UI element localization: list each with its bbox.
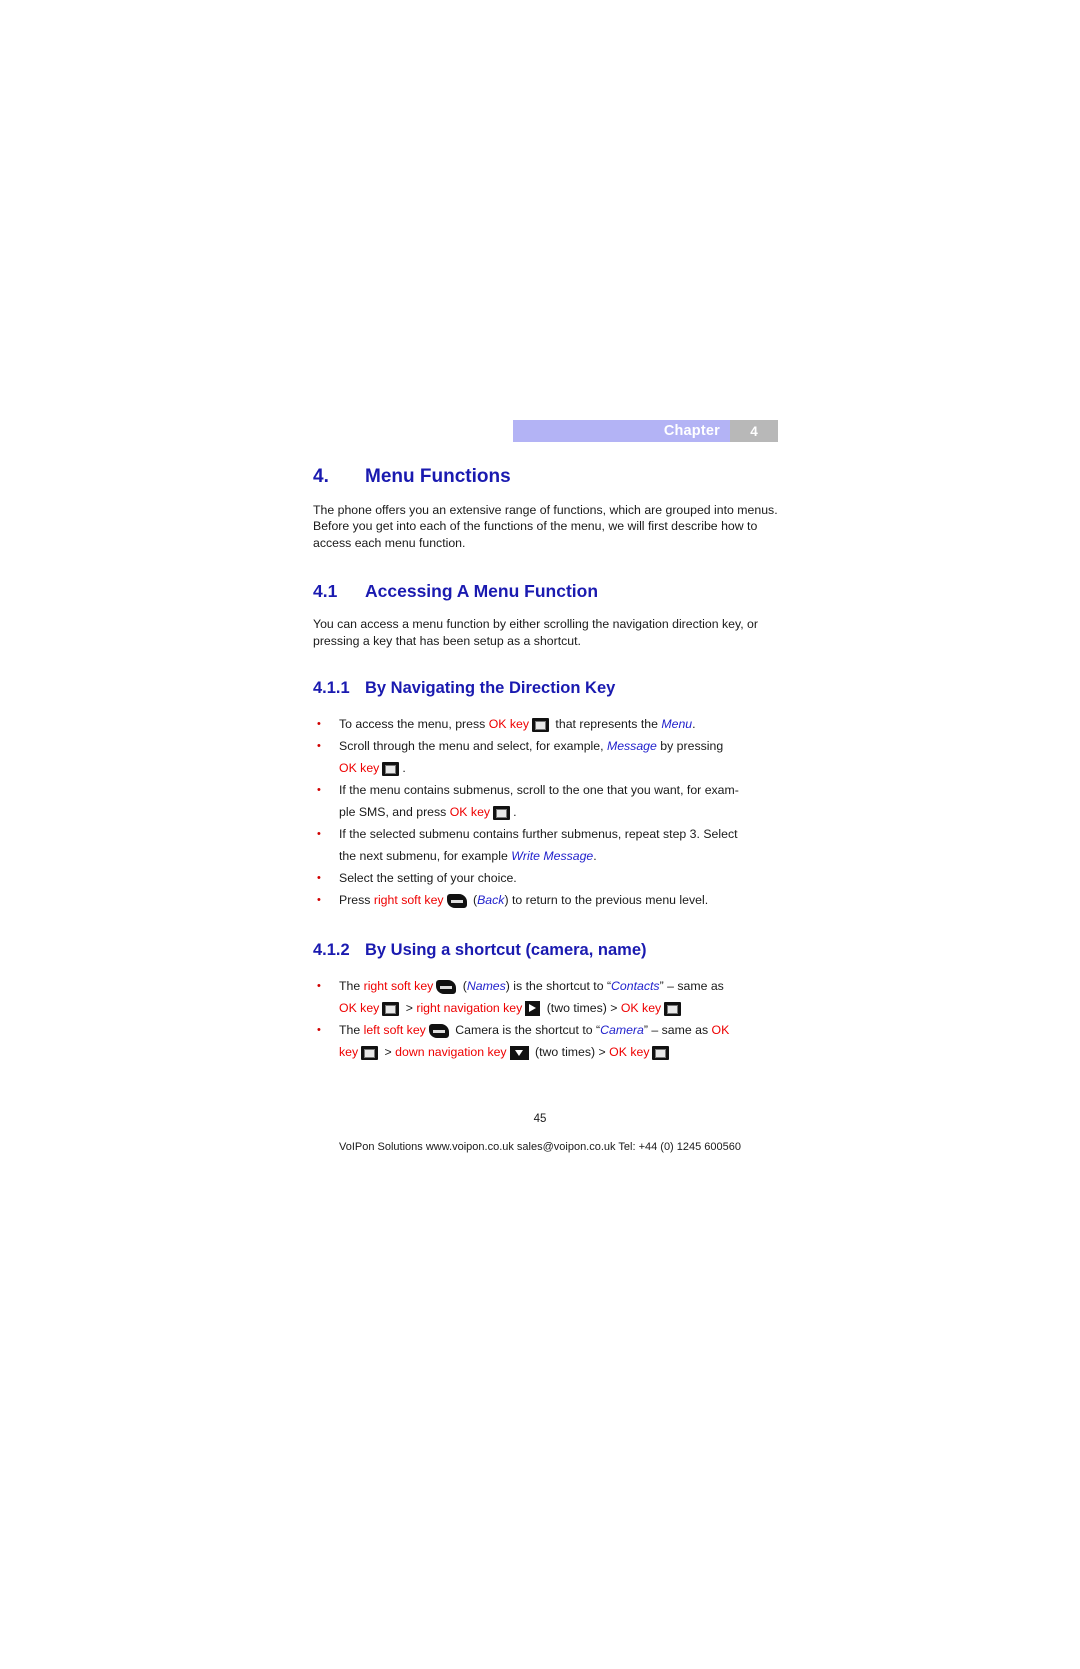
soft-key-icon: [428, 1024, 449, 1039]
heading-text: Accessing A Menu Function: [365, 581, 599, 602]
chapter-number-box: 4: [730, 420, 778, 442]
ok-key-icon: [532, 718, 550, 733]
text-run: .: [692, 717, 696, 732]
text-run: .: [513, 805, 517, 820]
heading-number: 4.1.2: [313, 941, 350, 960]
text-run: Select the setting of your choice.: [339, 871, 517, 886]
menu-term: Menu: [661, 717, 693, 732]
text-run: The: [339, 1023, 364, 1038]
text-run: Press: [339, 893, 374, 908]
down-navigation-key-icon: [509, 1046, 529, 1061]
heading-number: 4.1.1: [313, 679, 350, 698]
text-run: that represents the: [552, 717, 662, 732]
menu-term: Camera: [600, 1023, 644, 1038]
right-navigation-key-icon: [525, 1001, 541, 1017]
text-run: If the menu contains submenus, scroll to…: [339, 783, 739, 798]
menu-term: Back: [477, 893, 505, 908]
text-run: .: [402, 761, 406, 776]
menu-term: Write Message: [511, 849, 594, 864]
ok-key-icon: [382, 762, 400, 777]
text-run: The: [339, 979, 364, 994]
intro-paragraph: The phone offers you an extensive range …: [313, 503, 778, 550]
heading-menu-functions: 4. Menu Functions: [313, 466, 778, 488]
ok-key-icon: [652, 1046, 670, 1061]
list-item: Select the setting of your choice.: [313, 867, 778, 889]
text-run: ) to return to the previous menu level.: [504, 893, 709, 908]
heading-by-navigating-direction-key: 4.1.1 By Navigating the Direction Key: [313, 679, 778, 698]
key-reference: OK key: [620, 1001, 662, 1016]
key-reference: down navigation key: [395, 1045, 507, 1060]
text-run: (: [469, 893, 478, 908]
heading-number: 4.1: [313, 581, 338, 602]
key-reference: key: [339, 1045, 359, 1060]
text-run: Camera is the shortcut to “: [451, 1023, 601, 1038]
chapter-label-box: Chapter: [513, 420, 730, 442]
soft-key-icon: [446, 894, 467, 909]
text-run: .: [593, 849, 597, 864]
menu-term: Message: [606, 739, 657, 754]
text-run: ” – same as: [659, 979, 724, 994]
key-reference: right soft key: [363, 979, 434, 994]
list-item: The left soft key Camera is the shortcut…: [313, 1019, 778, 1063]
page-number: 45: [533, 1113, 547, 1125]
text-run: the next submenu, for example: [339, 849, 512, 864]
key-reference: left soft key: [363, 1023, 426, 1038]
menu-term: Contacts: [611, 979, 660, 994]
accessing-paragraph: You can access a menu function by either…: [313, 617, 758, 648]
key-reference: OK key: [488, 717, 530, 732]
footer-credit: VoIPon Solutions www.voipon.co.uk sales@…: [338, 1141, 742, 1153]
list-item: Press right soft key (Back) to return to…: [313, 889, 778, 911]
chapter-banner: Chapter 4: [513, 420, 778, 442]
list-item: Scroll through the menu and select, for …: [313, 735, 778, 779]
ok-key-icon: [382, 1002, 400, 1017]
list-item: If the selected submenu contains further…: [313, 823, 778, 867]
heading-accessing-menu-function: 4.1 Accessing A Menu Function: [313, 581, 778, 602]
list-item: If the menu contains submenus, scroll to…: [313, 779, 778, 823]
text-run: ple SMS, and press: [339, 805, 450, 820]
bullet-list-shortcut: The right soft key (Names) is the shortc…: [313, 975, 778, 1063]
text-run: (two times) >: [531, 1045, 610, 1060]
text-run: Scroll through the menu and select, for …: [339, 739, 607, 754]
text-run: If the selected submenu contains further…: [339, 827, 738, 842]
text-run: by pressing: [656, 739, 724, 754]
key-reference: OK key: [449, 805, 491, 820]
page-content: Chapter 4 4. Menu Functions The phone of…: [313, 420, 778, 1063]
heading-by-using-shortcut: 4.1.2 By Using a shortcut (camera, name): [313, 941, 778, 960]
text-run: ) is the shortcut to “: [505, 979, 612, 994]
heading-text: By Navigating the Direction Key: [365, 679, 616, 698]
text-run: >: [381, 1045, 396, 1060]
key-reference: right soft key: [373, 893, 444, 908]
bullet-list-navigating: To access the menu, press OK key that re…: [313, 713, 778, 911]
text-run: ” – same as: [643, 1023, 712, 1038]
text-run: (two times) >: [543, 1001, 621, 1016]
key-reference: right navigation key: [416, 1001, 523, 1016]
ok-key-icon: [361, 1046, 379, 1061]
ok-key-icon: [664, 1002, 682, 1017]
soft-key-icon: [436, 980, 457, 995]
key-reference: OK key: [339, 1001, 380, 1016]
chapter-label: Chapter: [663, 423, 720, 439]
heading-text: By Using a shortcut (camera, name): [365, 941, 647, 960]
list-item: To access the menu, press OK key that re…: [313, 713, 778, 735]
ok-key-icon: [493, 806, 511, 821]
key-reference: OK key: [609, 1045, 650, 1060]
list-item: The right soft key (Names) is the shortc…: [313, 975, 778, 1019]
document-page: Chapter 4 4. Menu Functions The phone of…: [0, 0, 1080, 1669]
heading-number: 4.: [313, 466, 329, 487]
heading-text: Menu Functions: [365, 466, 511, 487]
key-reference: OK key: [339, 761, 380, 776]
chapter-number: 4: [750, 423, 758, 439]
menu-term: Names: [466, 979, 506, 994]
text-run: >: [402, 1001, 417, 1016]
key-reference: OK: [711, 1023, 730, 1038]
text-run: To access the menu, press: [339, 717, 489, 732]
text-run: (: [459, 979, 467, 994]
